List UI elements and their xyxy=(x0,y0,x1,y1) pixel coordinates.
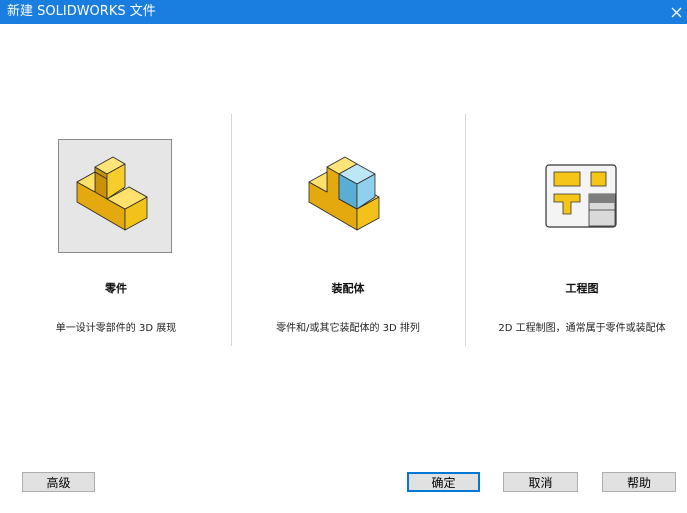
ok-button[interactable]: 确定 xyxy=(407,472,480,492)
drawing-icon[interactable] xyxy=(524,139,638,253)
template-drawing[interactable]: 工程图 2D 工程制图，通常属于零件或装配体 xyxy=(466,130,687,350)
window-title: 新建 SOLIDWORKS 文件 xyxy=(7,4,156,19)
template-description: 单一设计零部件的 3D 展现 xyxy=(55,323,177,334)
template-part[interactable]: 零件 单一设计零部件的 3D 展现 xyxy=(0,130,232,350)
assembly-icon[interactable] xyxy=(290,139,404,253)
close-icon[interactable] xyxy=(665,0,687,24)
template-label: 零件 xyxy=(105,282,127,295)
advanced-button[interactable]: 高级 xyxy=(22,472,95,492)
template-description: 零件和/或其它装配体的 3D 排列 xyxy=(276,323,420,334)
template-assembly[interactable]: 装配体 零件和/或其它装配体的 3D 排列 xyxy=(232,130,464,350)
template-description: 2D 工程制图，通常属于零件或装配体 xyxy=(498,323,666,334)
help-button[interactable]: 帮助 xyxy=(602,472,676,492)
cancel-button[interactable]: 取消 xyxy=(503,472,578,492)
part-icon[interactable] xyxy=(58,139,172,253)
template-label: 工程图 xyxy=(565,282,599,295)
template-label: 装配体 xyxy=(331,282,365,295)
title-bar: 新建 SOLIDWORKS 文件 xyxy=(0,0,687,24)
